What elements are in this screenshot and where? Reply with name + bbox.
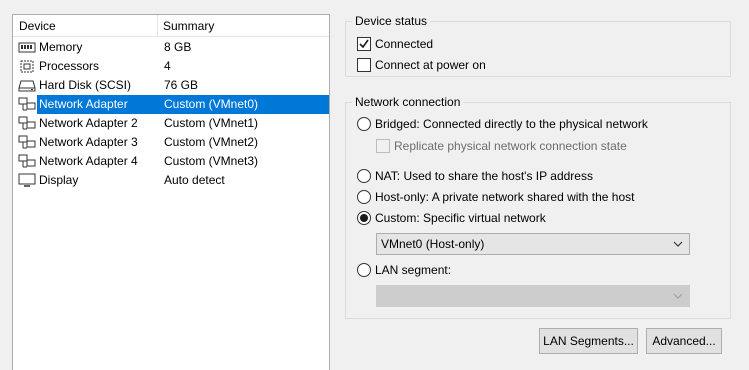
custom-option[interactable]: Custom: Specific virtual network	[357, 209, 546, 227]
chevron-down-icon	[673, 241, 683, 247]
radio-selected-dot	[360, 214, 368, 222]
replicate-checkbox[interactable]	[376, 139, 390, 153]
advanced-button[interactable]: Advanced...	[646, 328, 722, 354]
chevron-down-icon	[673, 293, 683, 299]
lan-segment-option[interactable]: LAN segment:	[357, 261, 451, 279]
device-row-network-adapter-3[interactable]: Network Adapter 3 Custom (VMnet2)	[13, 133, 329, 152]
custom-network-value: VMnet0 (Host-only)	[381, 237, 485, 251]
device-name: Hard Disk (SCSI)	[39, 78, 132, 92]
memory-icon	[18, 40, 36, 55]
device-list[interactable]: Device Summary Memory 8 GB Processors 4 …	[12, 14, 330, 370]
lan-segments-button[interactable]: LAN Segments...	[539, 328, 638, 354]
bridged-radio[interactable]	[357, 117, 371, 131]
custom-network-select[interactable]: VMnet0 (Host-only)	[376, 233, 690, 255]
device-name: Network Adapter 4	[39, 154, 138, 168]
device-name: Network Adapter	[39, 97, 128, 111]
device-row-network-adapter[interactable]: Network Adapter Custom (VMnet0)	[13, 95, 329, 114]
host-only-option[interactable]: Host-only: A private network shared with…	[357, 188, 634, 206]
check-icon	[359, 39, 369, 49]
custom-radio[interactable]	[357, 211, 371, 225]
processor-icon	[18, 59, 36, 74]
network-connection-title: Network connection	[352, 95, 464, 109]
nat-option[interactable]: NAT: Used to share the host's IP address	[357, 167, 593, 185]
connected-label: Connected	[375, 37, 434, 51]
replicate-option[interactable]: Replicate physical network connection st…	[376, 137, 627, 155]
device-status-title: Device status	[352, 14, 431, 28]
device-summary: Custom (VMnet2)	[164, 135, 259, 149]
device-row-memory[interactable]: Memory 8 GB	[13, 38, 329, 57]
network-adapter-icon	[18, 97, 36, 112]
network-adapter-icon	[18, 154, 36, 169]
nat-radio[interactable]	[357, 169, 371, 183]
device-summary: Custom (VMnet3)	[164, 154, 259, 168]
nat-label: NAT: Used to share the host's IP address	[375, 169, 593, 183]
column-header-device[interactable]: Device	[19, 19, 56, 33]
device-summary: 4	[164, 59, 171, 73]
device-name: Network Adapter 2	[39, 116, 138, 130]
replicate-label: Replicate physical network connection st…	[394, 139, 627, 153]
device-name: Network Adapter 3	[39, 135, 138, 149]
custom-label: Custom: Specific virtual network	[375, 211, 546, 225]
device-name: Memory	[39, 40, 83, 54]
device-status-group: Device status Connected Connect at power…	[345, 14, 731, 77]
connected-checkbox-row[interactable]: Connected	[357, 35, 433, 53]
device-summary: 8 GB	[164, 40, 192, 54]
device-name: Processors	[39, 59, 100, 73]
bridged-label: Bridged: Connected directly to the physi…	[375, 117, 648, 131]
device-row-processors[interactable]: Processors 4	[13, 57, 329, 76]
network-adapter-icon	[18, 116, 36, 131]
device-summary: Custom (VMnet1)	[164, 116, 259, 130]
device-row-hard-disk[interactable]: Hard Disk (SCSI) 76 GB	[13, 76, 329, 95]
bridged-option[interactable]: Bridged: Connected directly to the physi…	[357, 115, 648, 133]
device-name: Display	[39, 173, 79, 187]
column-separator[interactable]	[157, 15, 158, 37]
hard-disk-icon	[18, 78, 36, 93]
lan-segment-select[interactable]	[376, 285, 690, 307]
network-connection-group: Network connection Bridged: Connected di…	[345, 95, 731, 319]
device-summary: Auto detect	[164, 173, 225, 187]
device-summary: 76 GB	[164, 78, 199, 92]
device-list-header: Device Summary	[13, 15, 329, 37]
connect-at-power-on-row[interactable]: Connect at power on	[357, 56, 486, 74]
column-header-summary[interactable]: Summary	[163, 19, 214, 33]
host-only-label: Host-only: A private network shared with…	[375, 190, 635, 204]
device-row-network-adapter-2[interactable]: Network Adapter 2 Custom (VMnet1)	[13, 114, 329, 133]
connect-at-power-on-checkbox[interactable]	[357, 58, 371, 72]
lan-segment-radio[interactable]	[357, 263, 371, 277]
host-only-radio[interactable]	[357, 190, 371, 204]
network-adapter-icon	[18, 135, 36, 150]
device-summary: Custom (VMnet0)	[164, 97, 259, 111]
connected-checkbox[interactable]	[357, 37, 371, 51]
device-row-display[interactable]: Display Auto detect	[13, 171, 329, 190]
device-row-network-adapter-4[interactable]: Network Adapter 4 Custom (VMnet3)	[13, 152, 329, 171]
connect-at-power-on-label: Connect at power on	[375, 58, 486, 72]
display-icon	[18, 173, 36, 188]
lan-segment-label: LAN segment:	[375, 263, 452, 277]
